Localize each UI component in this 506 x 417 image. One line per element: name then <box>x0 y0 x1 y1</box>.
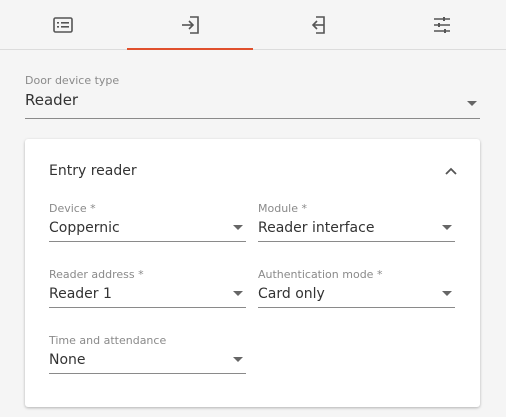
door-device-type-label: Door device type <box>25 74 120 87</box>
tab-details[interactable] <box>0 0 126 49</box>
chevron-down-icon <box>467 101 477 106</box>
chevron-up-icon <box>445 167 457 175</box>
underline <box>258 241 455 242</box>
exit-icon <box>311 15 325 34</box>
module-value: Reader interface <box>258 220 375 236</box>
authentication-mode-value: Card only <box>258 286 325 302</box>
card-title: Entry reader <box>49 163 137 179</box>
time-and-attendance-select[interactable]: Time and attendance None <box>49 334 246 374</box>
door-device-type-select[interactable]: Door device type Reader <box>25 74 480 120</box>
door-device-type-value: Reader <box>25 91 79 109</box>
reader-address-value: Reader 1 <box>49 286 112 302</box>
module-select[interactable]: Module * Reader interface <box>258 202 455 242</box>
device-value: Coppernic <box>49 220 120 236</box>
device-label: Device * <box>49 202 96 215</box>
reader-address-label: Reader address * <box>49 268 144 281</box>
time-and-attendance-label: Time and attendance <box>49 334 167 347</box>
chevron-down-icon <box>442 291 452 296</box>
list-icon <box>53 16 73 33</box>
module-label: Module * <box>258 202 307 215</box>
tab-exit[interactable] <box>253 0 379 49</box>
device-select[interactable]: Device * Coppernic <box>49 202 246 242</box>
tab-entry[interactable] <box>127 0 253 50</box>
tab-settings[interactable] <box>379 0 505 49</box>
authentication-mode-select[interactable]: Authentication mode * Card only <box>258 268 455 308</box>
entry-reader-card: Entry reader Device * Coppernic Module *… <box>25 139 480 407</box>
collapse-button[interactable] <box>443 164 459 180</box>
chevron-down-icon <box>233 291 243 296</box>
underline <box>258 307 455 308</box>
underline <box>25 118 480 119</box>
reader-address-select[interactable]: Reader address * Reader 1 <box>49 268 246 308</box>
time-and-attendance-value: None <box>49 352 86 368</box>
chevron-down-icon <box>233 225 243 230</box>
entry-icon <box>182 15 199 34</box>
underline <box>49 307 246 308</box>
underline <box>49 241 246 242</box>
settings-sliders-icon <box>434 16 450 33</box>
chevron-down-icon <box>233 357 243 362</box>
tab-bar <box>0 0 506 50</box>
underline <box>49 373 246 374</box>
authentication-mode-label: Authentication mode * <box>258 268 383 281</box>
chevron-down-icon <box>442 225 452 230</box>
